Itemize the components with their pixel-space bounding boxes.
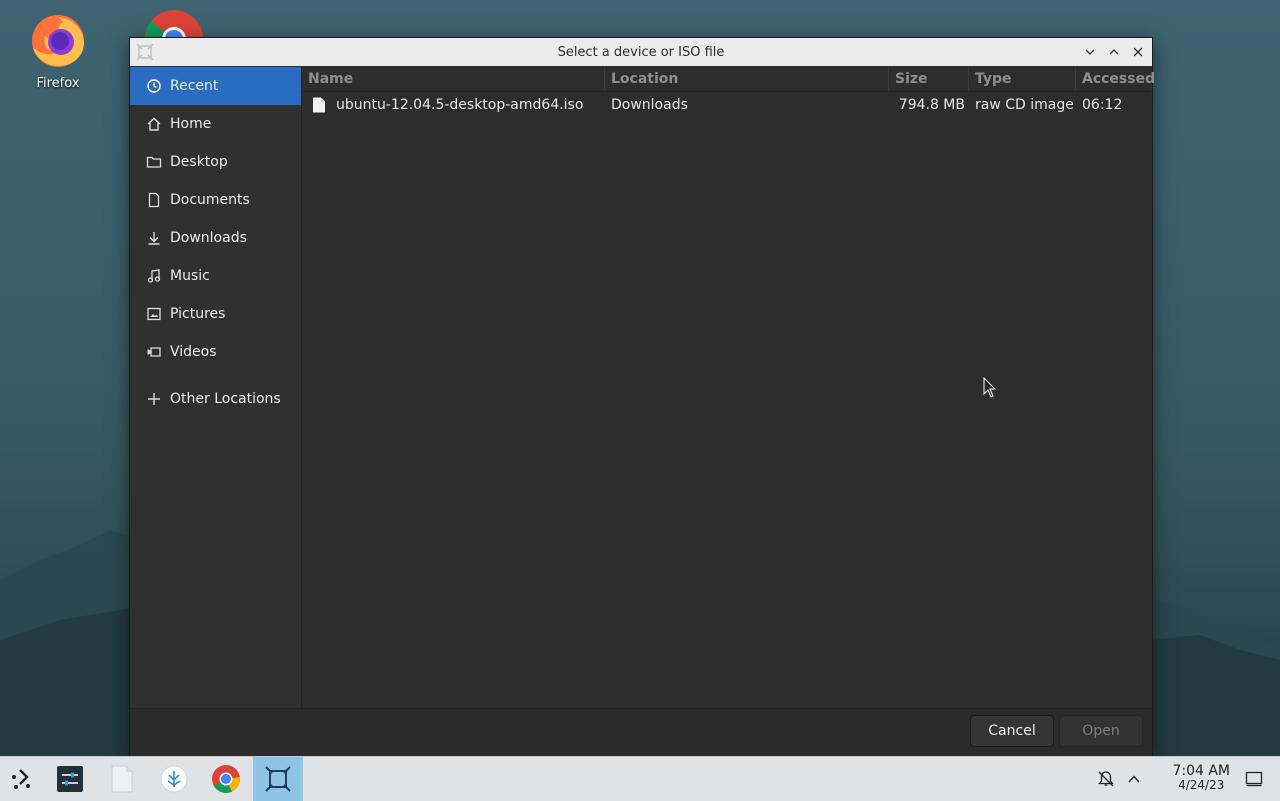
picture-icon — [147, 307, 161, 321]
sidebar-separator — [130, 371, 301, 380]
mouse-cursor-icon — [983, 377, 997, 398]
sidebar-item-downloads[interactable]: Downloads — [130, 219, 301, 257]
chrome-icon — [145, 10, 203, 68]
taskbar-discover[interactable] — [156, 757, 192, 801]
open-button[interactable]: Open — [1059, 715, 1143, 747]
column-header-size[interactable]: Size — [889, 67, 969, 91]
dialog-titlebar[interactable]: Select a device or ISO file — [130, 38, 1152, 66]
minimize-icon — [1085, 49, 1095, 55]
file-row[interactable]: ubuntu-12.04.5-desktop-amd64.iso Downloa… — [302, 92, 1151, 118]
clock[interactable]: 7:04 AM 4/24/23 — [1172, 763, 1230, 792]
maximize-button[interactable] — [1104, 42, 1124, 62]
sidebar-item-pictures[interactable]: Pictures — [130, 295, 301, 333]
sidebar-item-label: Music — [170, 268, 210, 284]
column-header-row: Name Location Size Type Accessed — [302, 67, 1155, 92]
firefox-icon — [32, 15, 84, 67]
clock-icon — [147, 79, 161, 93]
show-desktop-icon — [1245, 771, 1263, 787]
file-chooser-dialog: Select a device or ISO file Recent Home … — [129, 37, 1155, 756]
clock-time: 7:04 AM — [1172, 763, 1230, 779]
app-launcher-button[interactable] — [4, 757, 40, 801]
desktop-icon-firefox[interactable]: Firefox — [24, 8, 92, 91]
cancel-button[interactable]: Cancel — [970, 715, 1054, 747]
close-button[interactable] — [1128, 42, 1148, 62]
file-location: Downloads — [611, 97, 688, 113]
desktop-icon-label: Firefox — [36, 76, 80, 91]
places-sidebar: Recent Home Desktop Documents Downloads … — [130, 67, 302, 708]
taskbar-files[interactable] — [104, 757, 140, 801]
chrome-icon — [212, 765, 240, 793]
sidebar-item-label: Desktop — [170, 154, 228, 170]
sidebar-item-label: Home — [170, 116, 212, 132]
notification-bell-icon — [1098, 771, 1114, 787]
sidebar-item-other-locations[interactable]: Other Locations — [130, 380, 301, 418]
dialog-title: Select a device or ISO file — [557, 44, 725, 60]
sidebar-item-videos[interactable]: Videos — [130, 333, 301, 371]
discover-icon — [160, 765, 188, 793]
sidebar-item-label: Downloads — [170, 230, 247, 246]
plus-icon — [148, 393, 160, 405]
column-header-name[interactable]: Name — [302, 67, 605, 91]
files-icon — [111, 765, 133, 793]
app-icon — [136, 43, 154, 61]
home-icon — [147, 117, 161, 131]
column-header-accessed[interactable]: Accessed — [1076, 67, 1155, 91]
sidebar-item-label: Recent — [170, 78, 219, 94]
sidebar-item-music[interactable]: Music — [130, 257, 301, 295]
tray-expand-icon — [1128, 775, 1140, 783]
file-type: raw CD image — [975, 97, 1074, 113]
video-icon — [147, 347, 161, 357]
tray-expand[interactable] — [1124, 757, 1144, 801]
sidebar-item-label: Videos — [170, 344, 217, 360]
file-icon — [313, 97, 325, 113]
settings-icon — [57, 766, 83, 792]
file-name: ubuntu-12.04.5-desktop-amd64.iso — [336, 97, 584, 113]
show-desktop-button[interactable] — [1242, 757, 1266, 801]
download-icon — [148, 232, 160, 245]
column-header-location[interactable]: Location — [605, 67, 889, 91]
file-list: Name Location Size Type Accessed ubuntu-… — [302, 67, 1155, 708]
clock-date: 4/24/23 — [1178, 778, 1225, 792]
taskbar-dialog-window[interactable] — [253, 757, 303, 801]
tray-notifications[interactable] — [1094, 757, 1118, 801]
taskbar-chrome[interactable] — [207, 757, 245, 801]
dialog-footer: Cancel Open — [130, 708, 1152, 756]
sidebar-item-label: Documents — [170, 192, 250, 208]
sidebar-item-label: Pictures — [170, 306, 226, 322]
sidebar-item-documents[interactable]: Documents — [130, 181, 301, 219]
dialog-window-icon — [265, 766, 291, 792]
column-header-type[interactable]: Type — [969, 67, 1076, 91]
document-icon — [148, 192, 160, 208]
app-launcher-icon — [12, 769, 30, 789]
sidebar-item-recent[interactable]: Recent — [130, 67, 301, 105]
folder-icon — [146, 156, 162, 168]
file-accessed: 06:12 — [1082, 97, 1123, 113]
taskbar: 7:04 AM 4/24/23 — [0, 756, 1280, 801]
sidebar-item-label: Other Locations — [170, 391, 281, 407]
sidebar-item-home[interactable]: Home — [130, 105, 301, 143]
music-icon — [147, 269, 161, 283]
taskbar-settings[interactable] — [52, 757, 88, 801]
close-icon — [1133, 47, 1143, 57]
file-size: 794.8 MB — [898, 97, 965, 113]
maximize-icon — [1109, 49, 1119, 55]
sidebar-item-desktop[interactable]: Desktop — [130, 143, 301, 181]
minimize-button[interactable] — [1080, 42, 1100, 62]
